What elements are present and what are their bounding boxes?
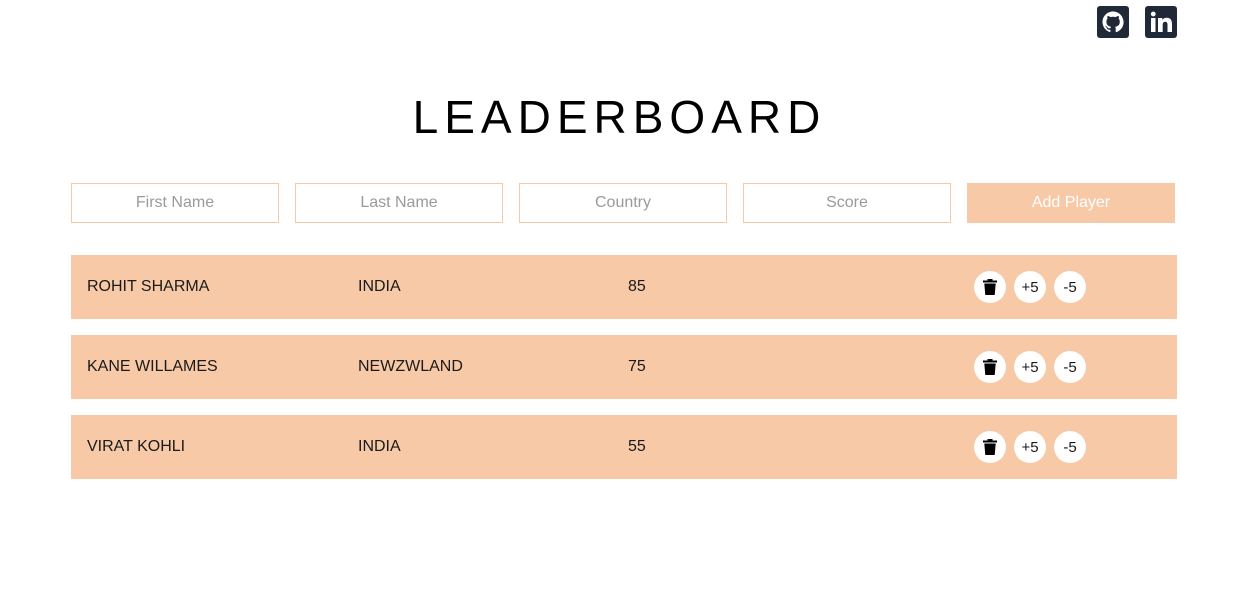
row-actions: +5 -5: [974, 271, 1086, 303]
add-player-form: Add Player: [71, 183, 1177, 223]
linkedin-icon[interactable]: [1145, 6, 1177, 38]
player-row: KANE WILLAMES NEWZWLAND 75 +5 -5: [71, 335, 1177, 399]
last-name-input[interactable]: [295, 183, 503, 223]
player-name: ROHIT SHARMA: [87, 278, 210, 295]
minus-five-button[interactable]: -5: [1054, 431, 1086, 463]
plus-five-button[interactable]: +5: [1014, 431, 1046, 463]
player-score: 75: [628, 358, 646, 375]
row-actions: +5 -5: [974, 431, 1086, 463]
player-country: NEWZWLAND: [358, 358, 463, 375]
plus-five-button[interactable]: +5: [1014, 351, 1046, 383]
delete-button[interactable]: [974, 431, 1006, 463]
trash-icon: [983, 359, 997, 375]
leaderboard-list: ROHIT SHARMA INDIA 85 +5 -5 KANE WILLAME…: [71, 255, 1177, 495]
plus-five-button[interactable]: +5: [1014, 271, 1046, 303]
minus-five-button[interactable]: -5: [1054, 351, 1086, 383]
minus-five-button[interactable]: -5: [1054, 271, 1086, 303]
player-country: INDIA: [358, 278, 401, 295]
trash-icon: [983, 279, 997, 295]
delete-button[interactable]: [974, 351, 1006, 383]
player-row: VIRAT KOHLI INDIA 55 +5 -5: [71, 415, 1177, 479]
trash-icon: [983, 439, 997, 455]
player-name: KANE WILLAMES: [87, 358, 218, 375]
player-row: ROHIT SHARMA INDIA 85 +5 -5: [71, 255, 1177, 319]
player-name: VIRAT KOHLI: [87, 438, 186, 455]
row-actions: +5 -5: [974, 351, 1086, 383]
add-player-button[interactable]: Add Player: [967, 183, 1175, 223]
first-name-input[interactable]: [71, 183, 279, 223]
social-links: [1097, 6, 1177, 38]
github-icon[interactable]: [1097, 6, 1129, 38]
player-score: 55: [628, 438, 646, 455]
player-country: INDIA: [358, 438, 401, 455]
player-score: 85: [628, 278, 646, 295]
score-input[interactable]: [743, 183, 951, 223]
country-input[interactable]: [519, 183, 727, 223]
delete-button[interactable]: [974, 271, 1006, 303]
page-title: LEADERBOARD: [412, 91, 827, 143]
